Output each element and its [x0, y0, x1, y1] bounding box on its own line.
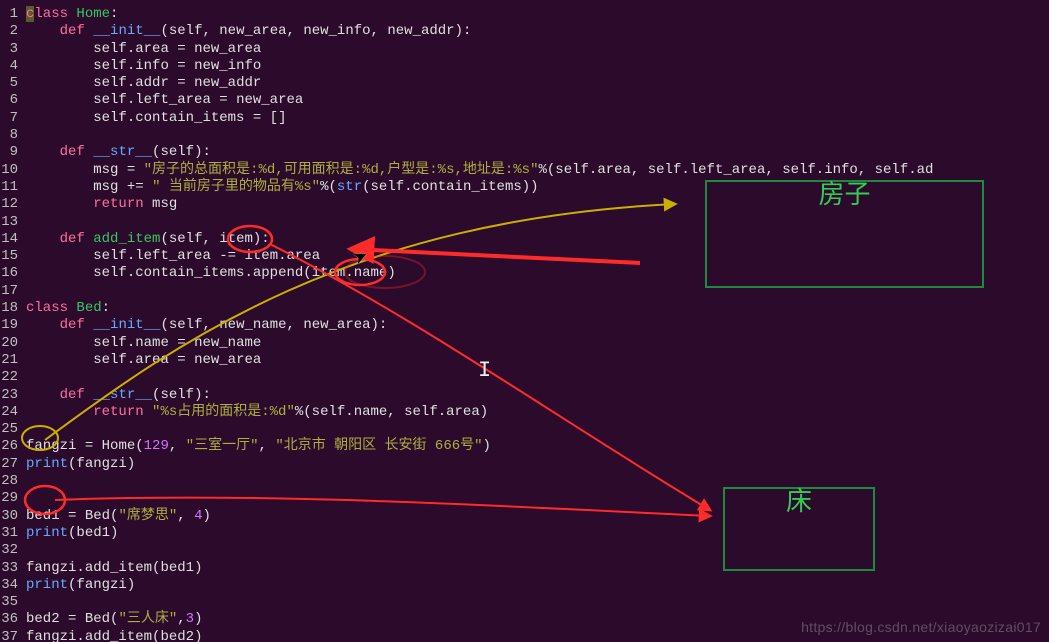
- code-line[interactable]: [26, 127, 1049, 144]
- code-line[interactable]: class Home:: [26, 6, 1049, 23]
- line-number: 2: [0, 23, 22, 40]
- line-number: 37: [0, 629, 22, 642]
- code-line[interactable]: def __str__(self):: [26, 144, 1049, 161]
- line-number: 31: [0, 525, 22, 542]
- code-line[interactable]: self.contain_items = []: [26, 110, 1049, 127]
- code-line[interactable]: [26, 490, 1049, 507]
- line-number: 29: [0, 490, 22, 507]
- line-number: 36: [0, 611, 22, 628]
- code-line[interactable]: fangzi.add_item(bed1): [26, 560, 1049, 577]
- code-line[interactable]: fangzi.add_item(bed2): [26, 629, 1049, 642]
- code-line[interactable]: class Bed:: [26, 300, 1049, 317]
- line-number: 13: [0, 214, 22, 231]
- code-line[interactable]: msg = "房子的总面积是:%d,可用面积是:%d,户型是:%s,地址是:%s…: [26, 162, 1049, 179]
- code-line[interactable]: [26, 473, 1049, 490]
- line-number: 22: [0, 369, 22, 386]
- code-line[interactable]: def __init__(self, new_name, new_area):: [26, 317, 1049, 334]
- code-line[interactable]: self.area = new_area: [26, 352, 1049, 369]
- line-number: 16: [0, 265, 22, 282]
- code-line[interactable]: self.addr = new_addr: [26, 75, 1049, 92]
- code-line[interactable]: self.left_area = new_area: [26, 92, 1049, 109]
- line-number: 6: [0, 92, 22, 109]
- line-number: 23: [0, 387, 22, 404]
- line-number: 21: [0, 352, 22, 369]
- line-number-gutter: 1234567891011121314151617181920212223242…: [0, 0, 22, 642]
- line-number: 32: [0, 542, 22, 559]
- line-number: 18: [0, 300, 22, 317]
- line-number: 28: [0, 473, 22, 490]
- code-line[interactable]: def __str__(self):: [26, 387, 1049, 404]
- line-number: 35: [0, 594, 22, 611]
- line-number: 27: [0, 456, 22, 473]
- code-line[interactable]: print(bed1): [26, 525, 1049, 542]
- line-number: 17: [0, 283, 22, 300]
- line-number: 8: [0, 127, 22, 144]
- code-line[interactable]: fangzi = Home(129, "三室一厅", "北京市 朝阳区 长安街 …: [26, 438, 1049, 455]
- line-number: 26: [0, 438, 22, 455]
- code-line[interactable]: def __init__(self, new_area, new_info, n…: [26, 23, 1049, 40]
- line-number: 34: [0, 577, 22, 594]
- line-number: 1: [0, 6, 22, 23]
- code-line[interactable]: [26, 594, 1049, 611]
- code-line[interactable]: self.info = new_info: [26, 58, 1049, 75]
- code-line[interactable]: return "%s占用的面积是:%d"%(self.name, self.ar…: [26, 404, 1049, 421]
- code-line[interactable]: print(fangzi): [26, 456, 1049, 473]
- code-line[interactable]: bed1 = Bed("席梦思", 4): [26, 508, 1049, 525]
- code-line[interactable]: self.area = new_area: [26, 41, 1049, 58]
- code-area[interactable]: class Home: def __init__(self, new_area,…: [22, 0, 1049, 642]
- code-line[interactable]: [26, 421, 1049, 438]
- line-number: 24: [0, 404, 22, 421]
- line-number: 33: [0, 560, 22, 577]
- code-line[interactable]: [26, 369, 1049, 386]
- line-number: 20: [0, 335, 22, 352]
- code-line[interactable]: self.left_area -= item.area: [26, 248, 1049, 265]
- code-line[interactable]: return msg: [26, 196, 1049, 213]
- line-number: 7: [0, 110, 22, 127]
- code-line[interactable]: [26, 542, 1049, 559]
- line-number: 4: [0, 58, 22, 75]
- line-number: 11: [0, 179, 22, 196]
- line-number: 10: [0, 162, 22, 179]
- line-number: 30: [0, 508, 22, 525]
- line-number: 9: [0, 144, 22, 161]
- code-line[interactable]: bed2 = Bed("三人床",3): [26, 611, 1049, 628]
- line-number: 19: [0, 317, 22, 334]
- line-number: 15: [0, 248, 22, 265]
- code-line[interactable]: self.name = new_name: [26, 335, 1049, 352]
- code-editor[interactable]: 1234567891011121314151617181920212223242…: [0, 0, 1049, 642]
- line-number: 25: [0, 421, 22, 438]
- code-line[interactable]: [26, 283, 1049, 300]
- line-number: 3: [0, 41, 22, 58]
- line-number: 5: [0, 75, 22, 92]
- line-number: 12: [0, 196, 22, 213]
- code-line[interactable]: print(fangzi): [26, 577, 1049, 594]
- code-line[interactable]: self.contain_items.append(item.name): [26, 265, 1049, 282]
- code-line[interactable]: def add_item(self, item):: [26, 231, 1049, 248]
- code-line[interactable]: msg += " 当前房子里的物品有%s"%(str(self.contain_…: [26, 179, 1049, 196]
- code-line[interactable]: [26, 214, 1049, 231]
- line-number: 14: [0, 231, 22, 248]
